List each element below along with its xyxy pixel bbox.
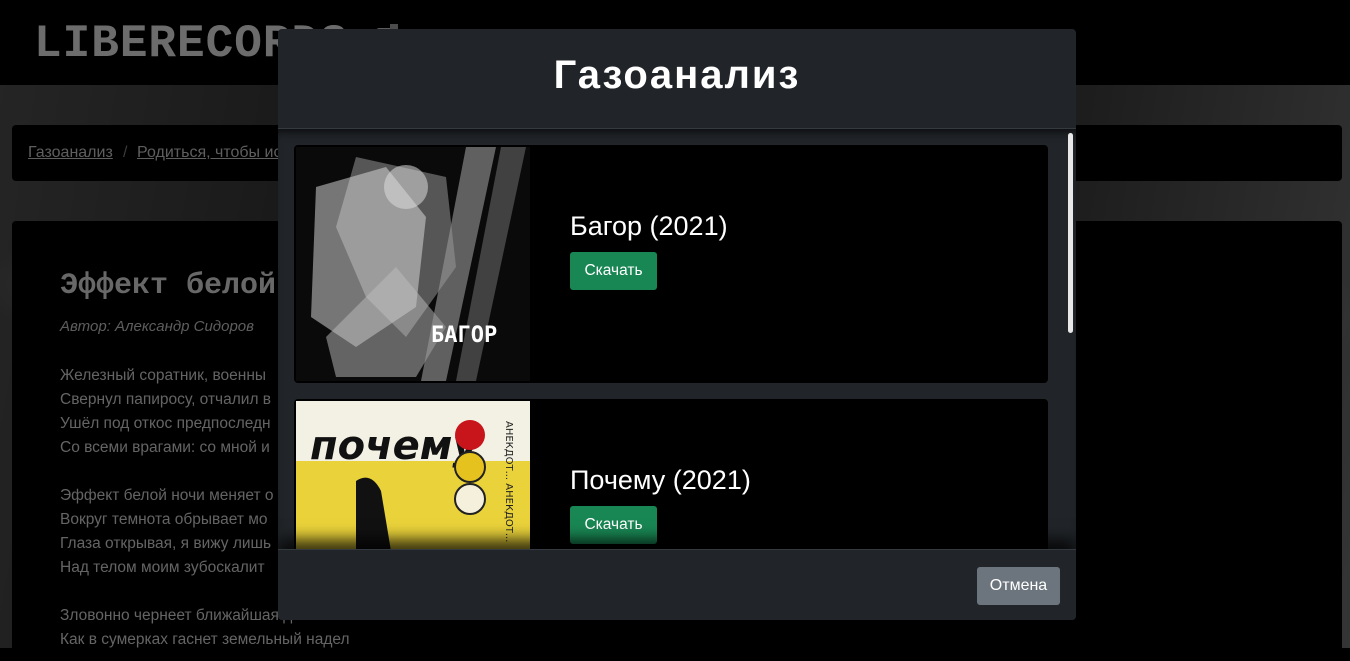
album-cover-art: БАГОР xyxy=(296,147,530,381)
modal-footer: Отмена xyxy=(278,549,1076,620)
album-cover: БАГОР xyxy=(296,147,530,381)
modal-body[interactable]: БАГОР Багор (2021) Скачать почему АНЕКДО… xyxy=(278,129,1076,549)
album-name: Почему (2021) xyxy=(570,465,751,495)
modal-title: Газоанализ xyxy=(553,53,801,97)
modal-header: Газоанализ xyxy=(278,29,1076,129)
cover-side-text: АНЕКДОТ... АНЕКДОТ... xyxy=(503,421,514,542)
album-name: Багор (2021) xyxy=(570,211,728,241)
album-card: почему АНЕКДОТ... АНЕКДОТ... Почему (202… xyxy=(294,399,1048,549)
albums-modal: Газоанализ БАГОР Багор (2021) Скачать по… xyxy=(278,29,1076,620)
modal-scrollbar-thumb[interactable] xyxy=(1068,133,1073,333)
album-card: БАГОР Багор (2021) Скачать xyxy=(294,145,1048,383)
cover-title-text: БАГОР xyxy=(431,323,497,348)
album-cover: почему АНЕКДОТ... АНЕКДОТ... xyxy=(296,401,530,549)
cancel-button[interactable]: Отмена xyxy=(977,567,1060,605)
download-button[interactable]: Скачать xyxy=(570,506,657,544)
download-button[interactable]: Скачать xyxy=(570,252,657,290)
album-cover-art: почему АНЕКДОТ... АНЕКДОТ... xyxy=(296,401,530,549)
